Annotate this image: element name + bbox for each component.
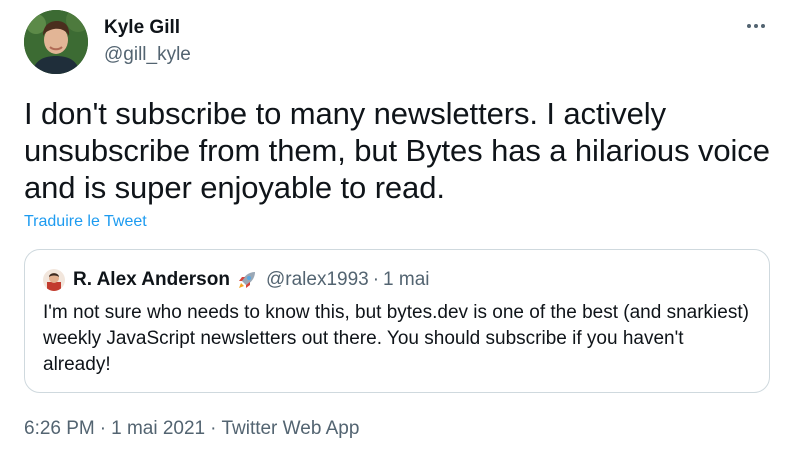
rocket-icon xyxy=(236,269,258,291)
more-horizontal-icon xyxy=(747,24,765,28)
quoted-tweet-date: 1 mai xyxy=(383,269,430,290)
quoted-author-name: R. Alex Anderson xyxy=(73,269,230,290)
tweet-date[interactable]: 1 mai 2021 xyxy=(111,418,205,439)
meta-separator: · xyxy=(210,418,217,439)
quoted-tweet-text: I'm not sure who needs to know this, but… xyxy=(43,302,749,375)
author-avatar[interactable] xyxy=(24,10,88,74)
quoted-tweet-header: R. Alex Anderson @ralex1993 · 1 mai xyxy=(43,269,430,291)
quoted-author-avatar xyxy=(43,269,65,291)
quoted-separator: · xyxy=(372,269,380,290)
quoted-tweet[interactable]: R. Alex Anderson @ralex1993 · 1 mai I'm … xyxy=(24,249,770,393)
tweet-text: I don't subscribe to many newsletters. I… xyxy=(24,96,770,205)
author-name[interactable]: Kyle Gill xyxy=(104,16,180,40)
tweet-source[interactable]: Twitter Web App xyxy=(221,418,359,439)
author-handle[interactable]: @gill_kyle xyxy=(104,43,191,67)
more-options-button[interactable] xyxy=(742,14,770,38)
tweet-time[interactable]: 6:26 PM xyxy=(24,418,95,439)
quoted-author-handle: @ralex1993 xyxy=(265,269,369,290)
tweet-metadata: 6:26 PM · 1 mai 2021 · Twitter Web App xyxy=(24,418,359,440)
tweet-card: Kyle Gill @gill_kyle I don't subscribe t… xyxy=(0,0,800,454)
translate-tweet-link[interactable]: Traduire le Tweet xyxy=(24,213,147,231)
meta-separator: · xyxy=(99,418,107,439)
